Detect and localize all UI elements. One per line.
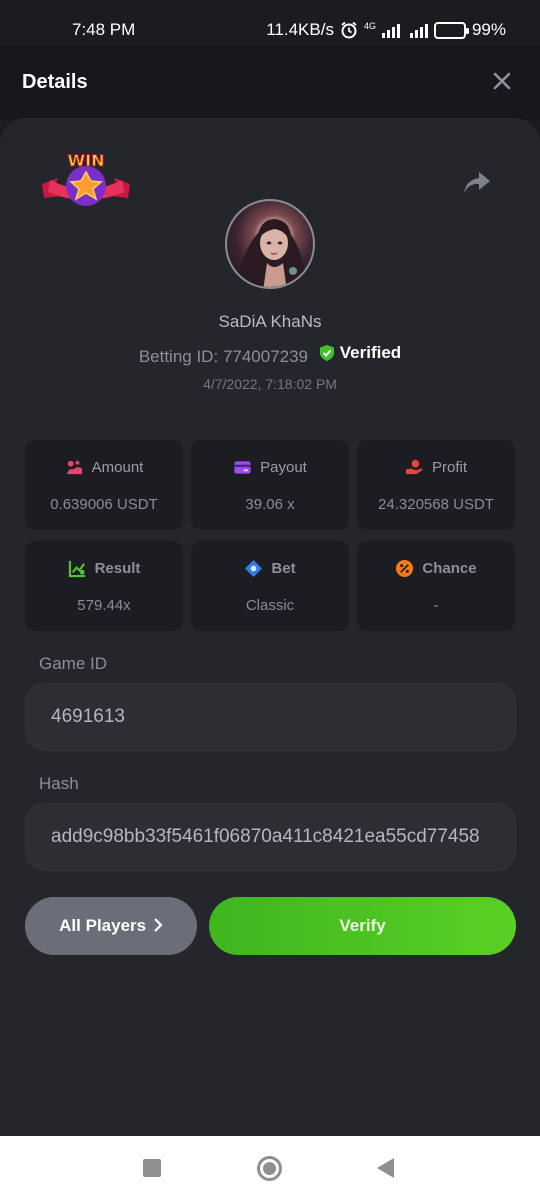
amount-icon [66,459,82,475]
game-id-label: Game ID [39,654,108,673]
stat-tile-chance: Chance - [357,541,515,631]
signal-icon-2 [409,22,428,38]
stat-value-payout: 39.06 x [245,496,295,513]
stat-tile-amount: Amount 0.639006 USDT [25,440,183,530]
win-badge-text: WIN [68,151,105,170]
betting-id-value: 774007239 [222,347,309,366]
share-icon[interactable] [462,170,492,196]
details-card: WIN SaDiA KhaNs Betting ID: 774007239 Ve… [0,118,540,1136]
stat-tile-bet: Bet Classic [191,541,349,631]
stat-value-bet: Classic [245,597,295,614]
result-icon [68,560,85,578]
all-players-label: All Players [59,916,147,935]
stat-tile-payout: Payout 39.06 x [191,440,349,530]
recent-apps-icon[interactable] [143,1159,161,1177]
game-id-field[interactable]: 4691613 [25,683,516,751]
stat-label-amount: Amount [91,459,144,476]
alarm-icon [341,21,357,39]
stat-label-chance: Chance [422,560,477,577]
verify-button[interactable]: Verify [209,897,516,955]
home-icon[interactable] [257,1156,282,1181]
stat-label-result: Result [94,560,141,577]
system-nav-bar [0,1136,540,1200]
network-speed: 11.4KB/s [266,20,334,39]
status-bar: 7:48 PM 11.4KB/s 4G 99% [0,0,540,45]
stat-value-chance: - [433,597,439,614]
bet-timestamp: 4/7/2022, 7:18:02 PM [203,376,337,392]
stat-label-profit: Profit [431,459,467,476]
status-indicators: 11.4KB/s 4G 99% [266,20,506,40]
stat-label-payout: Payout [260,459,307,476]
network-type-label: 4G [363,21,376,31]
stat-value-result: 579.44x [77,597,131,614]
bet-icon [245,559,263,578]
hash-label: Hash [39,774,79,793]
betting-id-label: Betting ID: [138,347,219,366]
back-icon[interactable] [377,1158,394,1178]
status-time: 7:48 PM [72,20,136,39]
signal-icon [381,22,400,38]
stat-label-bet: Bet [271,560,296,577]
win-badge-logo: WIN [42,151,130,206]
username: SaDiA KhaNs [218,312,322,331]
payout-icon [234,461,251,474]
hash-field[interactable]: add9c98bb33f5461f06870a411c8421ea55cd774… [25,803,516,871]
page-header: Details [0,45,540,120]
stat-tile-profit: Profit 24.320568 USDT [357,440,515,530]
betting-id-row: Betting ID: 774007239 Verified [0,343,540,367]
stat-value-amount: 0.639006 USDT [50,496,158,513]
stat-value-profit: 24.320568 USDT [378,496,494,513]
battery-icon [433,21,469,39]
verified-label: Verified [339,343,402,362]
chevron-right-icon [154,918,163,932]
battery-level: 99% [471,20,506,39]
shield-check-icon [319,345,334,361]
stat-tile-result: Result 579.44x [25,541,183,631]
chance-icon [396,559,414,578]
page-title: Details [22,71,88,93]
avatar [225,199,315,289]
close-icon[interactable] [490,69,514,93]
all-players-button[interactable]: All Players [25,897,197,955]
profit-icon [405,459,423,475]
verified-badge: Verified [319,343,401,363]
